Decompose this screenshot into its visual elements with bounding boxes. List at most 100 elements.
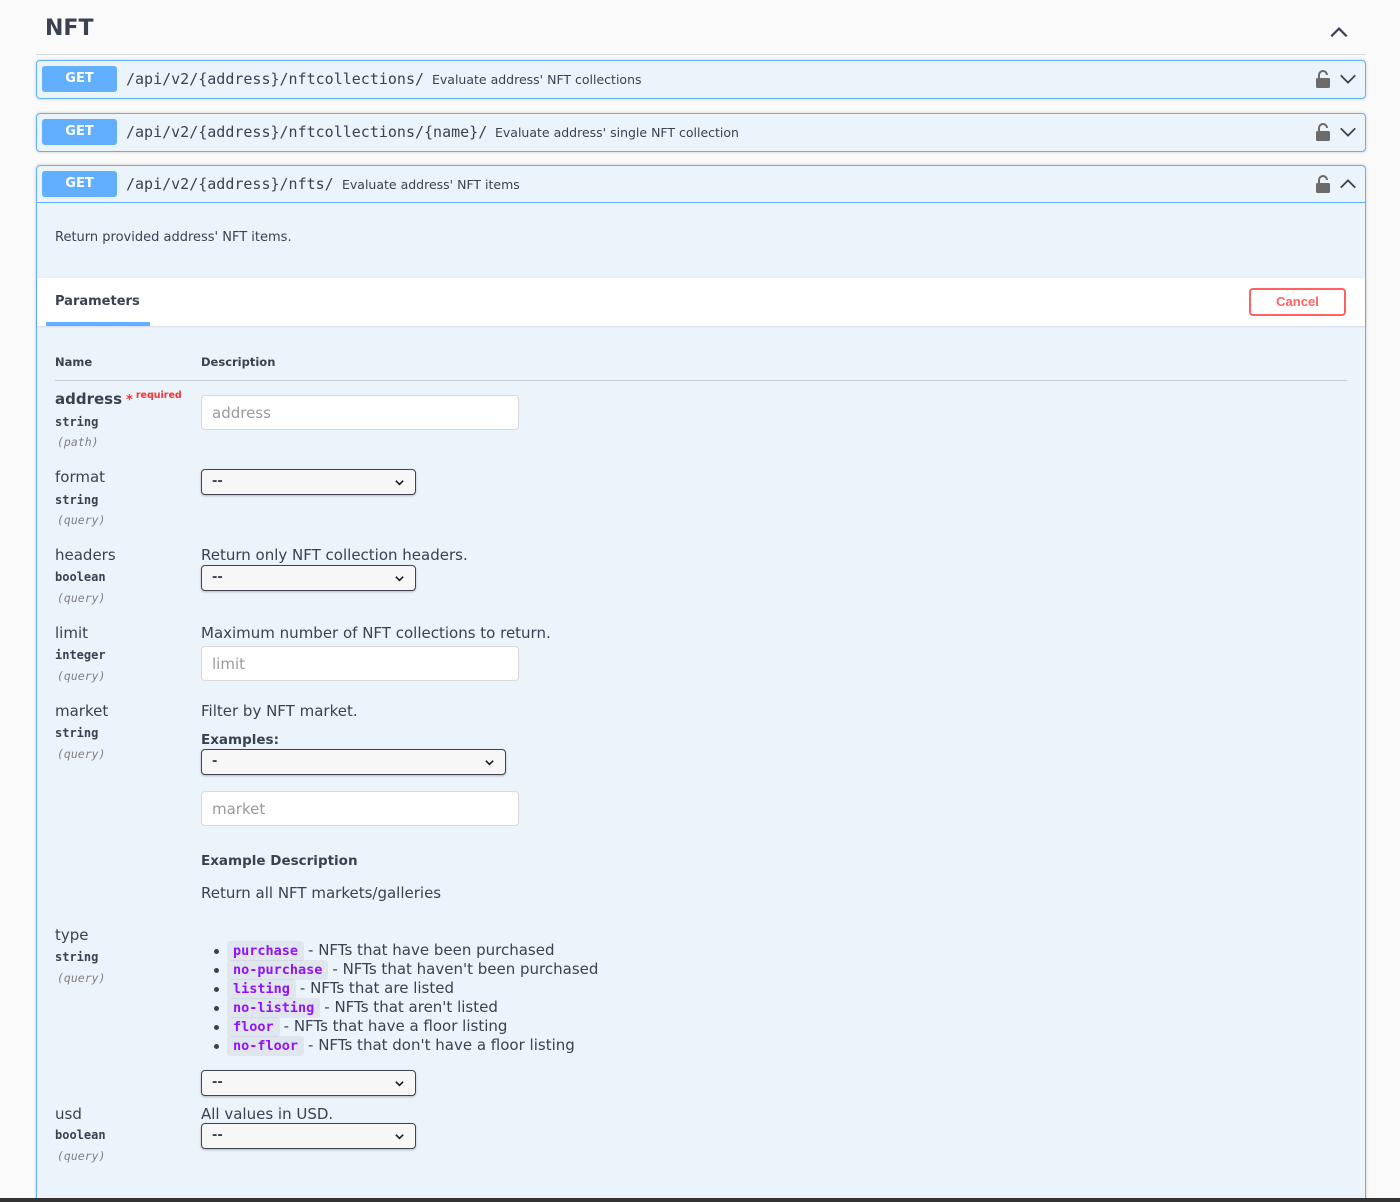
param-name-usd: usd <box>55 1105 82 1123</box>
select-value: -- <box>212 1128 223 1143</box>
chevron-down-icon <box>395 480 404 486</box>
tab-parameters[interactable]: Parameters <box>55 294 140 309</box>
param-type: string <box>55 950 99 964</box>
operation-path: /api/v2/{address}/nftcollections/ <box>126 70 425 88</box>
format-select[interactable]: -- <box>201 469 416 495</box>
param-name-address: address * required <box>55 390 182 408</box>
limit-input[interactable] <box>201 646 519 681</box>
param-description: Filter by NFT market. <box>201 702 358 720</box>
enum-text: - NFTs that haven't been purchased <box>332 960 599 978</box>
enum-code: purchase <box>227 941 305 961</box>
chevron-down-icon[interactable] <box>1339 123 1357 141</box>
param-name-format: format <box>55 468 106 486</box>
list-item: no-purchase - NFTs that haven't been purc… <box>213 960 599 980</box>
enum-text: - NFTs that don't have a floor listing <box>308 1036 575 1054</box>
column-header-name: Name <box>55 355 93 369</box>
chevron-down-icon <box>395 576 404 582</box>
operation-nfts: GET /api/v2/{address}/nfts/ Evaluate add… <box>36 165 1366 1202</box>
param-name-headers: headers <box>55 546 116 564</box>
market-examples-select[interactable]: - <box>201 749 506 775</box>
lock-icon[interactable] <box>1315 122 1331 142</box>
param-type: boolean <box>55 570 106 584</box>
type-enum-list: purchase - NFTs that have been purchased … <box>213 941 599 1056</box>
lock-icon[interactable] <box>1315 69 1331 89</box>
param-type: integer <box>55 648 106 662</box>
enum-text: - NFTs that are listed <box>299 979 454 997</box>
usd-select[interactable]: -- <box>201 1123 416 1149</box>
param-in: (query) <box>57 747 106 761</box>
operation-summary[interactable]: GET /api/v2/{address}/nftcollections/{na… <box>37 114 1365 151</box>
operation-nftcollection-name: GET /api/v2/{address}/nftcollections/{na… <box>36 113 1366 152</box>
list-item: no-floor - NFTs that don't have a floor l… <box>213 1036 598 1056</box>
address-input[interactable] <box>201 395 519 430</box>
cancel-button[interactable]: Cancel <box>1249 288 1346 316</box>
method-badge: GET <box>42 66 117 92</box>
enum-text: - NFTs that have been purchased <box>308 941 555 959</box>
chevron-up-icon[interactable] <box>1328 22 1350 44</box>
list-item: floor - NFTs that have a floor listing <box>213 1017 598 1037</box>
enum-code: no-listing <box>227 998 321 1018</box>
enum-code: listing <box>227 979 296 999</box>
operation-path: /api/v2/{address}/nftcollections/{name}/ <box>126 123 488 141</box>
param-in: (query) <box>57 513 106 527</box>
param-name-market: market <box>55 702 109 720</box>
required-label: required <box>135 390 182 401</box>
enum-text: - NFTs that have a floor listing <box>283 1017 508 1035</box>
param-name-limit: limit <box>55 624 88 642</box>
method-badge: GET <box>42 119 117 145</box>
select-value: -- <box>212 474 223 489</box>
method-badge: GET <box>42 171 117 197</box>
param-description: Return only NFT collection headers. <box>201 546 468 564</box>
param-name-text: address <box>55 390 123 408</box>
operation-summary[interactable]: GET /api/v2/{address}/nfts/ Evaluate add… <box>37 166 1365 203</box>
lock-icon[interactable] <box>1315 174 1331 194</box>
list-item: listing - NFTs that are listed <box>213 979 598 999</box>
list-item: purchase - NFTs that have been purchased <box>213 941 598 961</box>
param-in: (query) <box>57 971 106 985</box>
type-select[interactable]: -- <box>201 1070 416 1096</box>
param-type: string <box>55 493 99 507</box>
param-in: (query) <box>57 669 106 683</box>
param-description: All values in USD. <box>201 1105 334 1123</box>
operation-nftcollections: GET /api/v2/{address}/nftcollections/ Ev… <box>36 60 1366 99</box>
headers-select[interactable]: -- <box>201 565 416 591</box>
select-value: -- <box>212 570 223 585</box>
divider <box>55 380 1347 381</box>
example-description-title: Example Description <box>201 853 358 869</box>
enum-code: no-floor <box>227 1036 305 1056</box>
chevron-down-icon[interactable] <box>1339 70 1357 88</box>
param-in: (path) <box>57 435 99 449</box>
param-name-type: type <box>55 926 89 944</box>
enum-code: no-purchase <box>227 960 329 980</box>
column-header-description: Description <box>201 355 276 369</box>
operation-summary-text: Evaluate address' NFT collections <box>432 72 642 87</box>
parameters-section-header: Parameters Cancel <box>37 278 1365 326</box>
examples-label: Examples: <box>201 732 279 748</box>
market-input[interactable] <box>201 791 519 826</box>
tab-underline <box>46 322 150 326</box>
chevron-up-icon[interactable] <box>1339 175 1357 193</box>
tag-header-nft[interactable]: NFT <box>36 10 1366 55</box>
operation-path: /api/v2/{address}/nfts/ <box>126 175 334 193</box>
required-star: * <box>126 393 133 408</box>
select-value: - <box>212 754 218 769</box>
param-in: (query) <box>57 591 106 605</box>
operation-description: Return provided address' NFT items. <box>55 230 292 245</box>
bottom-edge <box>0 1198 1400 1202</box>
operation-summary-text: Evaluate address' NFT items <box>342 177 520 192</box>
chevron-down-icon <box>485 760 494 766</box>
example-description: Return all NFT markets/galleries <box>201 884 442 902</box>
operation-summary[interactable]: GET /api/v2/{address}/nftcollections/ Ev… <box>37 61 1365 98</box>
chevron-down-icon <box>395 1134 404 1140</box>
enum-code: floor <box>227 1017 280 1037</box>
param-in: (query) <box>57 1149 106 1163</box>
param-description: Maximum number of NFT collections to ret… <box>201 624 551 642</box>
operation-summary-text: Evaluate address' single NFT collection <box>495 125 739 140</box>
select-value: -- <box>212 1075 223 1090</box>
list-item: no-listing - NFTs that aren't listed <box>213 998 598 1018</box>
param-type: boolean <box>55 1128 106 1142</box>
param-type: string <box>55 415 99 429</box>
tag-title: NFT <box>45 16 94 41</box>
enum-text: - NFTs that aren't listed <box>324 998 498 1016</box>
param-type: string <box>55 726 99 740</box>
